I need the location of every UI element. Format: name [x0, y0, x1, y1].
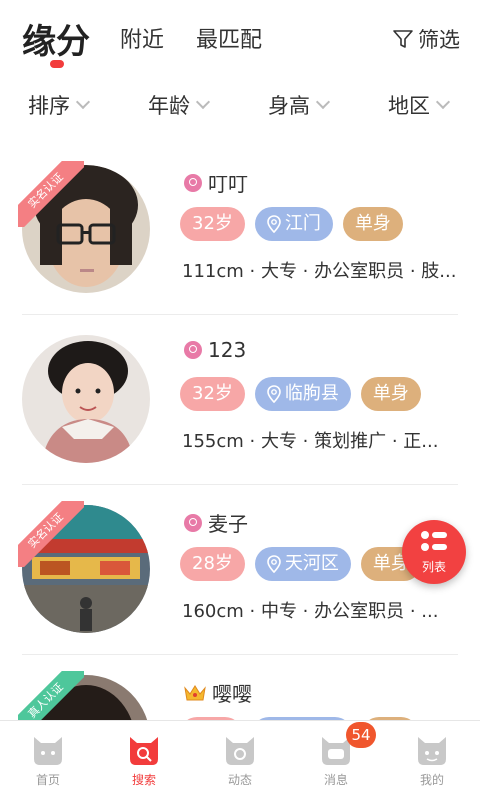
location-tag: 天河区 — [254, 547, 351, 581]
avatar[interactable] — [22, 335, 150, 463]
chevron-down-icon — [75, 94, 91, 110]
filter-label: 筛选 — [418, 28, 460, 52]
verification-ribbon: 实名认证 — [18, 161, 84, 227]
user-details: 155cm · 大专 · 策划推广 · 正... — [182, 431, 439, 452]
crown-icon — [184, 684, 206, 700]
sort-order-label: 排序 — [28, 94, 70, 118]
sort-bar: 排序 年龄 身高 地区 — [0, 82, 480, 128]
nav-messages-label: 消息 — [323, 773, 348, 787]
cat-profile-icon — [418, 737, 446, 765]
verification-ribbon-label: 真人认证 — [18, 671, 84, 720]
tag-row: 32岁 江门 单身 — [180, 207, 403, 241]
nav-search-label: 搜索 — [131, 773, 156, 787]
nav-profile-label: 我的 — [419, 773, 444, 787]
filter-icon — [393, 30, 413, 48]
location-tag: 临朐县 — [254, 377, 351, 411]
cat-moments-icon — [226, 737, 254, 765]
user-card[interactable]: 真人认证 嘤嘤 — [0, 655, 480, 720]
location-pin-icon — [267, 385, 281, 403]
sort-order-dropdown[interactable]: 排序 — [28, 90, 91, 120]
name-row: 叮叮 — [184, 168, 248, 197]
tab-fate[interactable]: 缘分 — [22, 14, 90, 63]
list-view-label: 列表 — [421, 560, 446, 574]
female-icon — [184, 341, 202, 359]
sort-age-label: 年龄 — [148, 94, 190, 118]
location-pin-icon — [267, 555, 281, 573]
tab-nearby[interactable]: 附近 — [120, 22, 164, 54]
name-row: 麦子 — [184, 508, 248, 537]
name-row: 嘤嘤 — [184, 678, 252, 707]
nav-home[interactable]: 首页 — [8, 729, 88, 788]
age-tag: 32岁 — [180, 377, 245, 411]
chevron-down-icon — [315, 94, 331, 110]
chevron-down-icon — [435, 94, 451, 110]
cat-home-icon — [34, 737, 62, 765]
user-name: 123 — [208, 338, 247, 362]
list-view-button[interactable]: 列表 — [402, 520, 466, 584]
status-tag: 单身 — [360, 377, 421, 411]
filter-button[interactable]: 筛选 — [392, 24, 460, 54]
verification-ribbon-label: 实名认证 — [18, 161, 84, 227]
age-tag: 32岁 — [180, 207, 245, 241]
user-name: 嘤嘤 — [212, 682, 252, 706]
nav-home-label: 首页 — [35, 773, 60, 787]
sort-height-label: 身高 — [268, 94, 310, 118]
sort-region-label: 地区 — [388, 94, 430, 118]
sort-height-dropdown[interactable]: 身高 — [268, 90, 331, 120]
sort-age-dropdown[interactable]: 年龄 — [148, 90, 211, 120]
tab-best-match[interactable]: 最匹配 — [196, 22, 262, 54]
user-name: 叮叮 — [208, 172, 248, 196]
location-label: 天河区 — [284, 553, 339, 574]
location-tag: 江门 — [254, 207, 333, 241]
user-list: 实名认证 叮叮 32岁 江门 单身 111cm · 大专 · 办公室职员 · 肢… — [0, 145, 480, 720]
cat-search-icon — [130, 737, 158, 765]
nav-moments-label: 动态 — [227, 773, 252, 787]
user-card[interactable]: 实名认证 叮叮 32岁 江门 单身 111cm · 大专 · 办公室职员 · 肢… — [0, 145, 480, 315]
message-count-badge: 54 — [346, 722, 376, 748]
sort-region-dropdown[interactable]: 地区 — [388, 90, 451, 120]
tag-row: 32岁 临朐县 单身 — [180, 377, 421, 411]
age-tag: 28岁 — [180, 547, 245, 581]
chevron-down-icon — [195, 94, 211, 110]
location-pin-icon — [267, 215, 281, 233]
nav-profile[interactable]: 我的 — [392, 729, 472, 788]
nav-search[interactable]: 搜索 — [104, 729, 184, 788]
female-icon — [184, 173, 202, 192]
avatar-photo — [22, 335, 150, 463]
female-icon — [184, 513, 202, 532]
user-details: 111cm · 大专 · 办公室职员 · 肢... — [182, 261, 457, 282]
verification-ribbon-label: 实名认证 — [18, 501, 84, 567]
user-name: 麦子 — [208, 512, 248, 536]
user-card[interactable]: 123 32岁 临朐县 单身 155cm · 大专 · 策划推广 · 正... — [0, 315, 480, 485]
top-tabs: 缘分 附近 最匹配 筛选 — [0, 0, 480, 80]
list-icon — [421, 531, 447, 551]
tag-row: 28岁 天河区 单身 — [180, 547, 421, 581]
location-label: 江门 — [284, 213, 321, 234]
active-tab-indicator — [50, 60, 64, 68]
nav-moments[interactable]: 动态 — [200, 729, 280, 788]
user-details: 160cm · 中专 · 办公室职员 · ... — [182, 601, 439, 622]
name-row: 123 — [184, 338, 246, 362]
bottom-nav: 首页 搜索 动态 消息 我的 — [0, 720, 480, 800]
location-label: 临朐县 — [284, 383, 339, 404]
status-tag: 单身 — [342, 207, 403, 241]
verification-ribbon: 真人认证 — [18, 671, 84, 720]
verification-ribbon: 实名认证 — [18, 501, 84, 567]
